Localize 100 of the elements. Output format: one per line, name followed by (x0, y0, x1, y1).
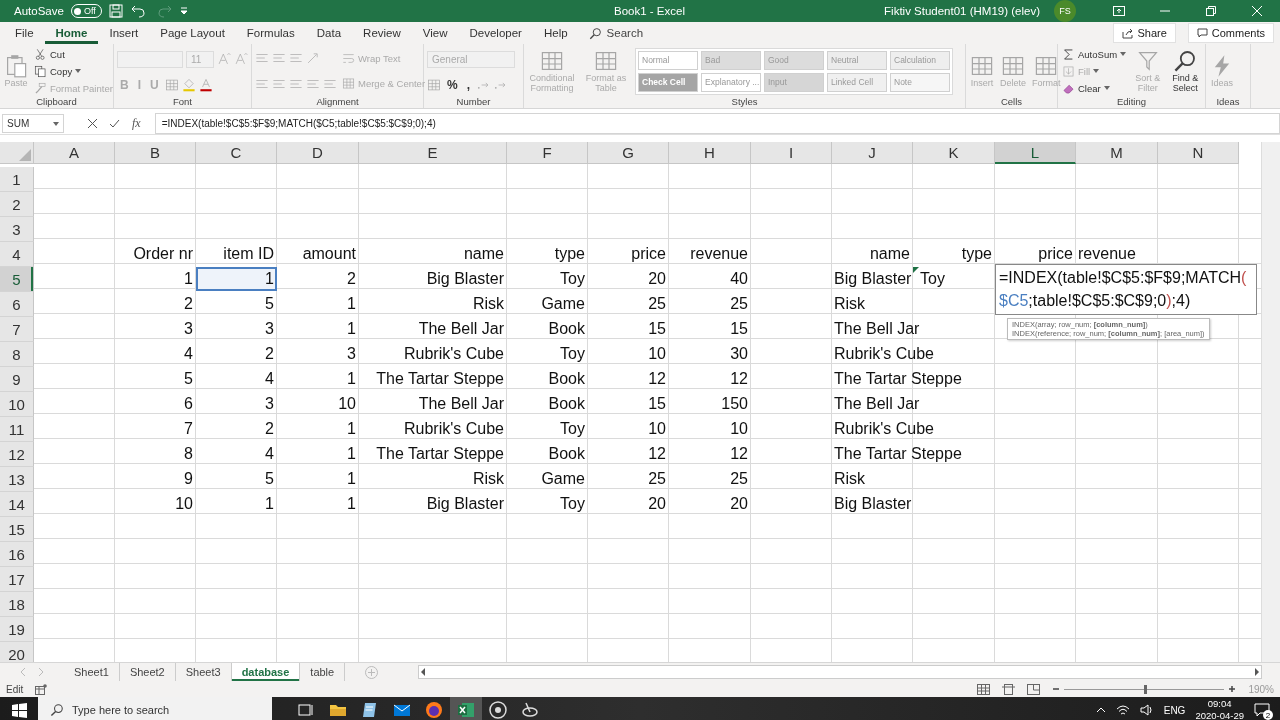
ribbon-button[interactable]: Clear (1061, 81, 1111, 95)
table-cell-text: The Tartar Steppe (375, 444, 505, 464)
ribbon-button[interactable]: Find & Select (1168, 49, 1202, 93)
row-header[interactable]: 16 (0, 542, 34, 567)
ribbon-tab[interactable]: Insert (98, 22, 150, 44)
ribbon-tab[interactable]: Data (305, 22, 353, 44)
language-indicator[interactable]: ENG (1163, 704, 1186, 716)
ribbon-tab[interactable]: Formulas (235, 22, 306, 44)
zoom-out-icon[interactable] (1052, 685, 1061, 693)
share-button[interactable]: Share (1113, 23, 1176, 43)
column-header[interactable]: L (995, 142, 1076, 164)
ribbon-button[interactable]: AutoSum (1061, 47, 1128, 61)
page-layout-icon[interactable] (1002, 683, 1016, 695)
mode-indicator: Edit (6, 683, 24, 695)
column-header[interactable]: F (507, 142, 588, 164)
horizontal-scrollbar[interactable] (418, 665, 1262, 679)
column-header[interactable]: K (913, 142, 995, 164)
check-icon[interactable] (109, 119, 120, 128)
table-icon (164, 77, 179, 92)
table-cell-text: 20 (647, 494, 667, 514)
row-header[interactable]: 20 (0, 642, 34, 662)
restore-icon[interactable] (1206, 6, 1216, 16)
column-header[interactable]: E (359, 142, 507, 164)
ribbon-display-icon[interactable] (1113, 6, 1125, 16)
row-header[interactable]: 2 (0, 192, 34, 217)
row-header[interactable]: 5 (0, 267, 34, 292)
row-header[interactable]: 9 (0, 367, 34, 392)
ribbon-tab[interactable]: Page Layout (149, 22, 236, 44)
clock[interactable]: 09:04 2020-04-29 (1195, 698, 1244, 720)
ribbon-tab[interactable]: Developer (458, 22, 533, 44)
row-header[interactable]: 15 (0, 517, 34, 542)
column-header[interactable]: M (1076, 142, 1158, 164)
caret-icon (53, 121, 59, 126)
chevron-up-icon[interactable] (1095, 707, 1106, 713)
row-header[interactable]: 13 (0, 467, 34, 492)
column-header[interactable]: B (115, 142, 196, 164)
ribbon-tab[interactable]: Review (352, 22, 412, 44)
formula-field[interactable]: =INDEX(table!$C$5:$F$9;MATCH($C5;table!$C$5:$C$9;0);4) (154, 113, 1280, 134)
table-cell-text: 1 (346, 419, 357, 439)
row-header[interactable]: 17 (0, 567, 34, 592)
macro-record-icon[interactable] (35, 683, 48, 695)
network-icon[interactable] (1115, 704, 1130, 716)
column-header[interactable]: N (1158, 142, 1239, 164)
table-cell-text: 9 (183, 469, 194, 489)
row-header[interactable]: 10 (0, 392, 34, 417)
vertical-scrollbar[interactable] (1261, 142, 1280, 662)
taskbar-app[interactable] (450, 697, 482, 720)
row-header[interactable]: 6 (0, 292, 34, 317)
row-header[interactable]: 4 (0, 242, 34, 267)
row-header[interactable]: 18 (0, 592, 34, 617)
ribbon-tab[interactable]: View (411, 22, 459, 44)
scroll-right-icon[interactable] (1253, 668, 1261, 676)
ribbon-tab[interactable]: Help (532, 22, 579, 44)
row-header[interactable]: 11 (0, 417, 34, 442)
ribbon-button[interactable]: Cut (33, 47, 66, 61)
column-header[interactable]: C (196, 142, 277, 164)
table-cell-text: Rubrik's Cube (403, 419, 505, 439)
ribbon-tab[interactable]: Home (44, 22, 99, 44)
column-header[interactable]: D (277, 142, 359, 164)
cancel-icon[interactable] (88, 119, 97, 128)
column-header[interactable]: I (751, 142, 832, 164)
volume-icon[interactable] (1139, 704, 1154, 716)
toggle-button[interactable]: % (444, 77, 461, 92)
row-header[interactable]: 1 (0, 167, 34, 192)
error-indicator-icon[interactable] (913, 267, 919, 273)
windows-start-icon[interactable] (11, 702, 27, 718)
name-box[interactable]: SUM (2, 114, 64, 133)
column-header[interactable]: J (832, 142, 913, 164)
row-header[interactable]: 8 (0, 342, 34, 367)
insert-function-button[interactable]: fx (132, 116, 141, 131)
comments-button[interactable]: Comments (1187, 23, 1274, 43)
undo-icon[interactable] (129, 4, 148, 18)
row-header[interactable]: 7 (0, 317, 34, 342)
save-icon[interactable] (108, 4, 123, 18)
search-box[interactable]: Search (578, 22, 654, 44)
ribbon-button[interactable]: Copy (33, 64, 83, 78)
row-header[interactable]: 19 (0, 617, 34, 642)
row-header[interactable]: 12 (0, 442, 34, 467)
toggle-button[interactable]: , (463, 77, 473, 92)
cell-editor[interactable]: =INDEX(table!$C$5:$F$9;MATCH( $C5;table!$C$5:$C$9;0);4) (995, 264, 1257, 315)
close-icon[interactable] (1252, 6, 1262, 16)
column-header[interactable]: H (669, 142, 751, 164)
table-cell-text: Game (540, 469, 586, 489)
column-header[interactable]: G (588, 142, 669, 164)
group-label: Number (455, 96, 492, 108)
row-header[interactable]: 3 (0, 217, 34, 242)
zoom-thumb[interactable] (1144, 684, 1148, 694)
column-header[interactable]: A (34, 142, 115, 164)
sheet-tab[interactable]: database (231, 663, 301, 681)
page-break-icon[interactable] (1027, 683, 1041, 695)
table-cell-text: 15 (647, 319, 667, 339)
notification-button[interactable]: 2 (1254, 703, 1270, 717)
taskbar-search-field[interactable]: Type here to search (38, 697, 272, 720)
user-avatar[interactable]: FS (1054, 0, 1076, 22)
customize-icon[interactable] (179, 7, 188, 15)
scroll-left-icon[interactable] (419, 668, 428, 676)
row-header[interactable]: 14 (0, 492, 34, 517)
zoom-in-icon[interactable] (1228, 685, 1237, 693)
ribbon-tab[interactable]: File (4, 22, 45, 44)
normal-view-icon[interactable] (977, 683, 991, 695)
